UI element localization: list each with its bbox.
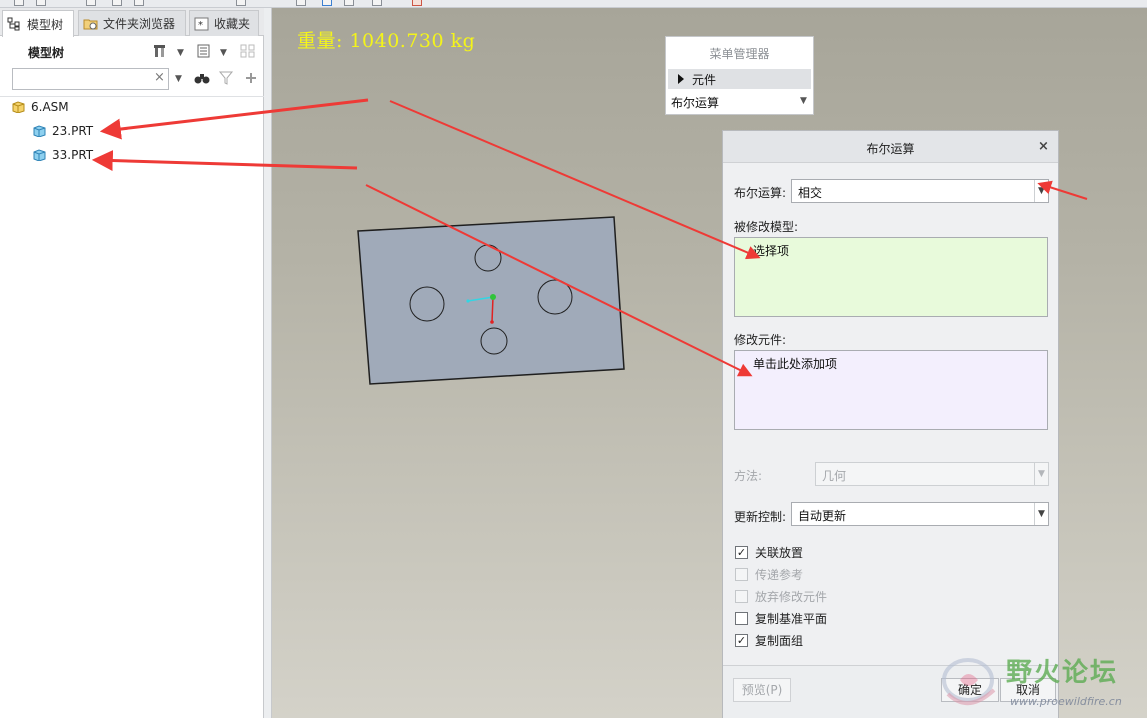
method-value: 几何: [822, 469, 847, 483]
method-label: 方法:: [734, 469, 763, 483]
modifying-components-collector[interactable]: 单击此处添加项: [734, 350, 1048, 430]
checkbox-checked[interactable]: ✓: [735, 634, 748, 647]
part-icon: [33, 149, 46, 162]
modified-model-label: 被修改模型:: [734, 220, 799, 234]
settings-dropdown-chevron-icon[interactable]: ▼: [177, 48, 184, 58]
filter-dropdown-chevron-icon[interactable]: ▼: [175, 74, 182, 84]
operation-label: 布尔运算:: [734, 186, 787, 200]
new-file-icon[interactable]: [14, 0, 24, 6]
modified-model-collector[interactable]: 选择项: [734, 237, 1048, 317]
assembly-icon: [12, 101, 25, 114]
option-copy-quilts[interactable]: ✓ 复制面组: [735, 632, 803, 649]
plate-part[interactable]: [357, 216, 625, 385]
tab-model-tree[interactable]: 模型树: [2, 10, 74, 37]
method-select[interactable]: 几何 ▼: [815, 462, 1049, 486]
menu-item-component[interactable]: 元件: [668, 69, 811, 89]
show-dropdown-chevron-icon[interactable]: ▼: [220, 48, 227, 58]
menu-manager: 菜单管理器 元件 布尔运算 ▼: [665, 36, 814, 115]
checkbox-unchecked[interactable]: [735, 568, 748, 581]
filter-funnel-icon[interactable]: [218, 70, 234, 86]
dialog-footer: 预览(P) 确定 取消: [723, 665, 1058, 718]
annotation-display-icon[interactable]: [372, 0, 382, 6]
chevron-down-icon[interactable]: ▼: [1034, 463, 1048, 485]
option-copy-datum-planes[interactable]: 复制基准平面: [735, 610, 827, 627]
option-label: 复制面组: [755, 634, 804, 648]
checkbox-unchecked[interactable]: [735, 612, 748, 625]
tree-node-label: 6.ASM: [31, 100, 69, 114]
tree-node-part[interactable]: 23.PRT: [33, 124, 93, 138]
tree-node-label: 23.PRT: [52, 124, 94, 138]
tab-model-tree-label: 模型树: [27, 17, 64, 32]
collector-item[interactable]: 选择项: [753, 244, 789, 258]
submenu-chevron-icon[interactable]: ▼: [800, 96, 807, 106]
option-label: 关联放置: [755, 546, 804, 560]
settings-tools-icon[interactable]: [152, 43, 168, 59]
add-plus-icon[interactable]: [243, 70, 259, 86]
preview-button[interactable]: 预览(P): [733, 678, 791, 702]
tab-folder-browser[interactable]: 文件夹浏览器: [78, 10, 186, 36]
tab-folder-browser-label: 文件夹浏览器: [103, 17, 176, 31]
option-label: 放弃修改元件: [755, 590, 828, 604]
tab-favorites[interactable]: * 收藏夹: [189, 10, 259, 36]
svg-text:*: *: [198, 20, 203, 31]
cancel-button[interactable]: 取消: [1000, 678, 1056, 702]
tree-node-part[interactable]: 33.PRT: [33, 148, 93, 162]
save-icon[interactable]: [86, 0, 96, 6]
menu-item-label: 元件: [692, 72, 717, 87]
menu-submenu-boolean[interactable]: 布尔运算: [671, 94, 719, 111]
tree-divider: [0, 96, 264, 97]
option-label: 传递参考: [755, 568, 804, 582]
regenerate-icon[interactable]: [236, 0, 246, 6]
tab-favorites-label: 收藏夹: [214, 17, 251, 31]
panel-splitter[interactable]: [264, 8, 272, 718]
dialog-header: 布尔运算 ×: [723, 131, 1058, 163]
option-transfer-references[interactable]: 传递参考: [735, 566, 803, 583]
model-tree-panel: 模型树 文件夹浏览器 * 收藏夹 模型树 ▼ ▼ × ▼ 6.ASM 23.PR…: [0, 8, 264, 718]
option-discard-components[interactable]: 放弃修改元件: [735, 588, 827, 605]
operation-value: 相交: [798, 186, 823, 200]
menu-manager-title: 菜单管理器: [709, 47, 770, 61]
spin-center-icon[interactable]: [344, 0, 354, 6]
dialog-title: 布尔运算: [866, 142, 915, 156]
chevron-down-icon[interactable]: ▼: [1034, 180, 1048, 202]
operation-select[interactable]: 相交 ▼: [791, 179, 1049, 203]
boolean-operation-dialog: 布尔运算 × 布尔运算: 相交 ▼ 被修改模型: 选择项 修改元件: 单击此处添…: [722, 130, 1059, 718]
option-label: 复制基准平面: [755, 612, 828, 626]
appearance-icon[interactable]: [412, 0, 422, 6]
tree-node-label: 33.PRT: [52, 148, 94, 162]
part-icon: [33, 125, 46, 138]
favorites-icon: *: [194, 17, 210, 31]
update-control-value: 自动更新: [798, 509, 847, 523]
collector-placeholder[interactable]: 单击此处添加项: [753, 357, 837, 371]
open-file-icon[interactable]: [36, 0, 46, 6]
close-icon[interactable]: ×: [1038, 139, 1049, 154]
panel-tab-bar: 模型树 文件夹浏览器 * 收藏夹: [0, 8, 264, 37]
clear-filter-icon[interactable]: ×: [154, 70, 165, 85]
tree-filter-input[interactable]: [12, 68, 169, 90]
update-control-label: 更新控制:: [734, 510, 787, 524]
modifying-components-label: 修改元件:: [734, 333, 787, 347]
expand-triangle-icon: [678, 74, 684, 84]
checkbox-checked[interactable]: ✓: [735, 546, 748, 559]
model-tree-title: 模型树: [28, 46, 65, 60]
option-associative-placement[interactable]: ✓ 关联放置: [735, 544, 803, 561]
model-tree-icon: [7, 17, 23, 31]
checkbox-unchecked[interactable]: [735, 590, 748, 603]
column-display-icon[interactable]: [240, 43, 256, 59]
datum-icon[interactable]: [322, 0, 332, 6]
show-list-icon[interactable]: [196, 43, 212, 59]
top-toolbar: [0, 0, 1147, 8]
redo-icon[interactable]: [134, 0, 144, 6]
folder-browser-icon: [83, 17, 99, 31]
update-control-select[interactable]: 自动更新 ▼: [791, 502, 1049, 526]
view-icon[interactable]: [296, 0, 306, 6]
binoculars-search-icon[interactable]: [194, 70, 210, 86]
tree-node-assembly[interactable]: 6.ASM: [12, 100, 69, 114]
undo-icon[interactable]: [112, 0, 122, 6]
ok-button[interactable]: 确定: [941, 678, 999, 702]
chevron-down-icon[interactable]: ▼: [1034, 503, 1048, 525]
